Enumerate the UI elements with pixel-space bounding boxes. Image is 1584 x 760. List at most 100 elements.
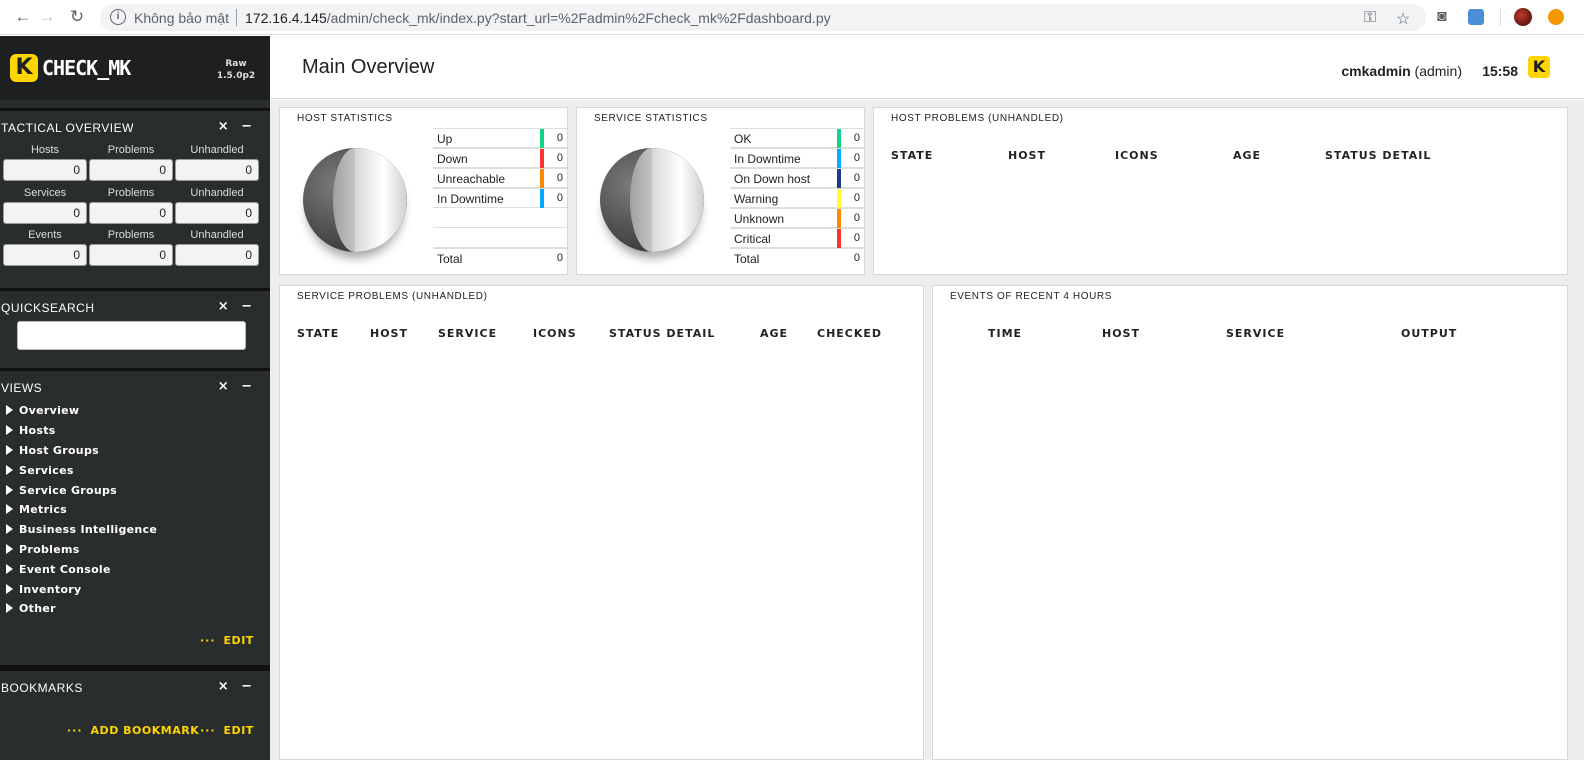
address-bar[interactable]: i Không bảo mật 172.16.4.145/admin/check… bbox=[100, 4, 1426, 31]
extension-icon[interactable] bbox=[1468, 9, 1484, 25]
tactical-label: Hosts bbox=[30, 144, 60, 156]
view-item-service-groups[interactable]: Service Groups bbox=[6, 484, 117, 497]
expand-triangle-icon bbox=[6, 524, 13, 534]
column-header-age[interactable]: AGE bbox=[760, 327, 788, 340]
host-problems-count[interactable]: 0 bbox=[89, 159, 173, 181]
snapin-controls[interactable]: × − bbox=[218, 119, 256, 134]
event-unhandled-count[interactable]: 0 bbox=[175, 244, 259, 266]
host-stat-row-up[interactable]: Up 0 bbox=[433, 128, 567, 148]
column-header-icons[interactable]: ICONS bbox=[1115, 149, 1159, 162]
view-item-services[interactable]: Services bbox=[6, 464, 74, 477]
security-label[interactable]: Không bảo mật bbox=[134, 10, 229, 26]
logo-bar: K CHECK_MK Raw 1.5.0p2 bbox=[0, 36, 270, 100]
host-stat-row-down[interactable]: Down 0 bbox=[433, 148, 567, 168]
host-unhandled-count[interactable]: 0 bbox=[175, 159, 259, 181]
stat-label: Down bbox=[437, 152, 468, 166]
status-color-bar bbox=[837, 149, 841, 168]
event-problems-count[interactable]: 0 bbox=[89, 244, 173, 266]
forward-icon[interactable]: → bbox=[36, 6, 58, 28]
view-item-host-groups[interactable]: Host Groups bbox=[6, 444, 99, 457]
views-edit-link[interactable]: ··· EDIT bbox=[200, 634, 254, 647]
view-item-other[interactable]: Other bbox=[6, 602, 56, 615]
back-icon[interactable]: ← bbox=[12, 6, 34, 28]
host-stat-row-in-downtime[interactable]: In Downtime 0 bbox=[433, 188, 567, 208]
events-count[interactable]: 0 bbox=[3, 244, 87, 266]
view-item-event-console[interactable]: Event Console bbox=[6, 563, 111, 576]
status-color-bar bbox=[837, 189, 841, 208]
column-header-output[interactable]: OUTPUT bbox=[1401, 327, 1457, 340]
column-header-status-detail[interactable]: STATUS DETAIL bbox=[609, 327, 715, 340]
expand-triangle-icon bbox=[6, 564, 13, 574]
column-header-status-detail[interactable]: STATUS DETAIL bbox=[1325, 149, 1431, 162]
view-item-hosts[interactable]: Hosts bbox=[6, 424, 56, 437]
host-problems-dashlet: HOST PROBLEMS (UNHANDLED) STATE HOST ICO… bbox=[873, 107, 1568, 275]
tactical-overview-header[interactable]: TACTICAL OVERVIEW × − bbox=[0, 108, 270, 136]
service-stats-globe[interactable] bbox=[600, 148, 704, 252]
checkmk-logo-icon[interactable]: K bbox=[1528, 56, 1550, 78]
globe-lit-side bbox=[652, 148, 704, 252]
host-stats-globe[interactable] bbox=[303, 148, 407, 252]
view-item-metrics[interactable]: Metrics bbox=[6, 503, 67, 516]
column-header-service[interactable]: SERVICE bbox=[1226, 327, 1285, 340]
snapin-title: BOOKMARKS bbox=[1, 681, 83, 695]
user-info[interactable]: cmkadmin (admin) bbox=[1341, 63, 1462, 79]
snapin-title: TACTICAL OVERVIEW bbox=[1, 121, 134, 135]
view-item-inventory[interactable]: Inventory bbox=[6, 583, 82, 596]
service-stat-row-warning[interactable]: Warning 0 bbox=[730, 188, 864, 208]
service-stat-row-unknown[interactable]: Unknown 0 bbox=[730, 208, 864, 228]
host-stat-total[interactable]: Total 0 bbox=[433, 248, 567, 268]
stat-label: Total bbox=[734, 252, 760, 266]
column-header-icons[interactable]: ICONS bbox=[533, 327, 577, 340]
snapin-controls[interactable]: × − bbox=[218, 679, 256, 694]
view-item-problems[interactable]: Problems bbox=[6, 543, 80, 556]
column-header-host[interactable]: HOST bbox=[1008, 149, 1046, 162]
service-stat-row-in-downtime[interactable]: In Downtime 0 bbox=[730, 148, 864, 168]
services-count[interactable]: 0 bbox=[3, 202, 87, 224]
service-stat-row-critical[interactable]: Critical 0 bbox=[730, 228, 864, 248]
view-item-overview[interactable]: Overview bbox=[6, 404, 79, 417]
views-header[interactable]: VIEWS × − bbox=[0, 368, 270, 396]
reload-icon[interactable]: ↻ bbox=[66, 6, 88, 28]
star-icon[interactable]: ☆ bbox=[1396, 9, 1410, 29]
status-color-bar bbox=[837, 209, 841, 228]
service-stat-row-on-down-host[interactable]: On Down host 0 bbox=[730, 168, 864, 188]
host-stat-row-unreachable[interactable]: Unreachable 0 bbox=[433, 168, 567, 188]
column-header-host[interactable]: HOST bbox=[1102, 327, 1140, 340]
url-text[interactable]: 172.16.4.145/admin/check_mk/index.py?sta… bbox=[245, 10, 831, 26]
tactical-label: Unhandled bbox=[190, 229, 244, 241]
column-header-service[interactable]: SERVICE bbox=[438, 327, 497, 340]
hosts-count[interactable]: 0 bbox=[3, 159, 87, 181]
view-item-business-intelligence[interactable]: Business Intelligence bbox=[6, 523, 157, 536]
url-path: /admin/check_mk/index.py?start_url=%2Fad… bbox=[326, 10, 831, 26]
column-header-state[interactable]: STATE bbox=[891, 149, 933, 162]
column-header-time[interactable]: TIME bbox=[988, 327, 1022, 340]
service-stat-row-ok[interactable]: OK 0 bbox=[730, 128, 864, 148]
add-bookmark-link[interactable]: ··· ADD BOOKMARK bbox=[67, 724, 199, 737]
column-header-checked[interactable]: CHECKED bbox=[817, 327, 882, 340]
events-dashlet: EVENTS OF RECENT 4 HOURS TIME HOST SERVI… bbox=[932, 285, 1568, 760]
key-icon[interactable]: ⚿ bbox=[1364, 9, 1376, 27]
address-separator bbox=[236, 9, 237, 26]
profile-avatar[interactable] bbox=[1514, 8, 1532, 26]
info-icon[interactable]: i bbox=[110, 9, 126, 25]
service-stat-total[interactable]: Total 0 bbox=[730, 248, 864, 268]
stat-label: Unreachable bbox=[437, 172, 506, 186]
logo-text[interactable]: CHECK_MK bbox=[42, 56, 131, 80]
bookmarks-edit-link[interactable]: ··· EDIT bbox=[200, 724, 254, 737]
service-problems-count[interactable]: 0 bbox=[89, 202, 173, 224]
snapin-controls[interactable]: × − bbox=[218, 299, 256, 314]
column-header-state[interactable]: STATE bbox=[297, 327, 339, 340]
column-header-host[interactable]: HOST bbox=[370, 327, 408, 340]
quicksearch-input[interactable] bbox=[17, 321, 246, 350]
checkmk-logo-icon[interactable]: K bbox=[10, 54, 38, 82]
view-item-label: Problems bbox=[19, 543, 80, 556]
update-icon[interactable] bbox=[1548, 9, 1564, 25]
camera-icon[interactable]: ◙ bbox=[1437, 8, 1447, 26]
column-header-age[interactable]: AGE bbox=[1233, 149, 1261, 162]
bookmarks-header[interactable]: BOOKMARKS × − bbox=[0, 665, 270, 695]
quicksearch-header[interactable]: QUICKSEARCH × − bbox=[0, 288, 270, 316]
host-stat-row-empty bbox=[433, 228, 567, 248]
host-statistics-dashlet: HOST STATISTICS Up 0 Down 0 Unreachable 0 I… bbox=[279, 107, 568, 275]
snapin-controls[interactable]: × − bbox=[218, 379, 256, 394]
service-unhandled-count[interactable]: 0 bbox=[175, 202, 259, 224]
